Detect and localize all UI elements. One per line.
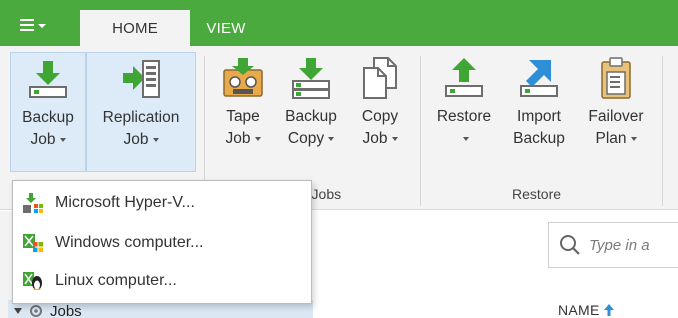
search-placeholder: Type in a	[589, 236, 650, 254]
ribbon-separator	[420, 56, 421, 206]
menu-item-label: Windows computer...	[55, 234, 204, 251]
hyper-v-icon	[23, 193, 43, 213]
hamburger-menu-icon	[20, 19, 34, 31]
replication-job-label-1: Replication	[102, 109, 180, 126]
menu-item-label: Linux computer...	[55, 272, 177, 289]
ribbon-tab-bar: HOME VIEW	[0, 0, 678, 46]
backup-job-icon	[29, 61, 67, 98]
tape-job-label-1: Tape	[226, 108, 260, 125]
backup-copy-icon	[292, 58, 330, 99]
column-header-label: NAME	[558, 302, 600, 318]
replication-job-icon	[123, 60, 160, 98]
dropdown-arrow-icon	[254, 136, 261, 141]
ribbon-group-label-restore: Restore	[512, 186, 562, 202]
import-backup-label-1: Import	[517, 108, 561, 125]
linux-computer-icon	[23, 272, 42, 290]
copy-job-label-1: Copy	[361, 108, 399, 125]
sort-ascending-icon	[603, 304, 614, 316]
expand-arrow-icon[interactable]	[14, 308, 22, 314]
failover-plan-label-1: Failover	[588, 108, 644, 125]
tab-view[interactable]: VIEW	[196, 10, 256, 46]
menu-item-windows-computer[interactable]: Windows computer...	[13, 227, 311, 259]
menu-item-label: Microsoft Hyper-V...	[55, 194, 195, 211]
failover-plan-icon	[601, 57, 631, 99]
replication-job-label-2: Job	[123, 131, 149, 148]
import-backup-label-2: Backup	[513, 130, 565, 147]
backup-copy-label-2: Copy	[287, 130, 325, 147]
dropdown-arrow-icon	[328, 136, 335, 141]
tape-job-label-2: Job	[225, 130, 251, 147]
menu-item-hyper-v[interactable]: Microsoft Hyper-V...	[13, 187, 311, 219]
backup-copy-label-1: Backup	[285, 108, 337, 125]
dropdown-arrow-icon	[391, 136, 398, 141]
tab-home[interactable]: HOME	[80, 10, 190, 46]
restore-icon	[445, 58, 483, 97]
dropdown-arrow-icon	[59, 137, 66, 142]
windows-computer-icon	[23, 234, 43, 252]
copy-job-label-2: Job	[362, 130, 388, 147]
restore-button[interactable]: Restore	[428, 52, 500, 172]
menu-item-linux-computer[interactable]: Linux computer...	[13, 265, 311, 297]
search-icon	[560, 235, 580, 255]
dropdown-arrow-icon	[152, 137, 159, 142]
backup-job-button[interactable]: Backup Job	[10, 52, 86, 172]
replication-job-button[interactable]: Replication Job	[86, 52, 196, 172]
tape-job-button[interactable]: Tape Job	[212, 52, 274, 172]
main-menu-button[interactable]	[4, 12, 62, 38]
backup-job-label-2: Job	[30, 131, 56, 148]
dropdown-arrow-icon	[630, 136, 637, 141]
search-input[interactable]: Type in a	[548, 222, 678, 268]
dropdown-arrow-icon	[463, 136, 469, 141]
failover-plan-button[interactable]: Failover Plan	[578, 52, 654, 172]
backup-job-label-1: Backup	[22, 109, 74, 126]
tree-item-label: Jobs	[50, 302, 82, 318]
column-header-name[interactable]: NAME	[558, 302, 614, 318]
restore-label: Restore	[436, 108, 492, 125]
tape-job-icon	[223, 58, 263, 97]
ribbon-separator	[662, 56, 663, 206]
import-backup-icon	[520, 60, 558, 97]
backup-copy-button[interactable]: Backup Copy	[276, 52, 346, 172]
import-backup-button[interactable]: Import Backup	[504, 52, 574, 172]
copy-job-button[interactable]: Copy Job	[348, 52, 412, 172]
backup-job-dropdown-menu: Microsoft Hyper-V... Windows computer...…	[12, 180, 312, 304]
failover-plan-label-2: Plan	[595, 130, 627, 147]
gear-icon	[30, 305, 42, 317]
caret-down-icon	[38, 24, 46, 28]
copy-job-icon	[363, 57, 397, 99]
